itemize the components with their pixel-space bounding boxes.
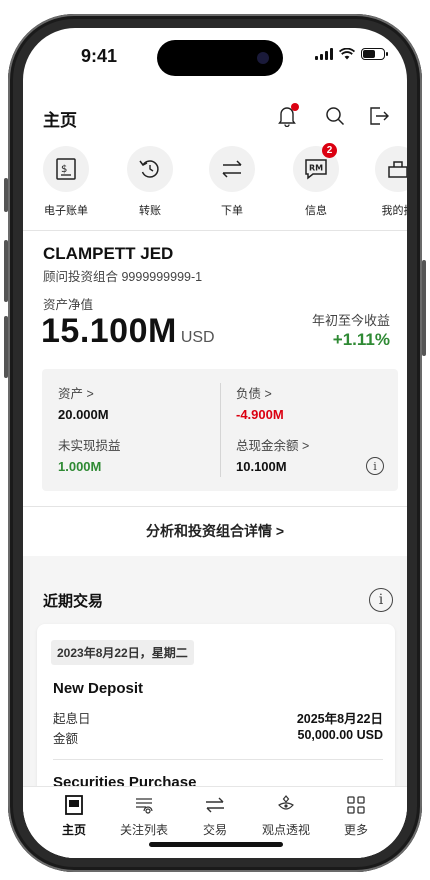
cash-balance-label: 总现金余额 > [236, 439, 310, 453]
status-icons [315, 48, 388, 60]
tab-home[interactable]: 主页 [39, 793, 109, 838]
portfolio-icon [388, 161, 407, 178]
section-divider [23, 230, 407, 231]
tab-label: 交易 [202, 823, 227, 837]
search-button[interactable] [321, 102, 349, 130]
quick-action-label: 电子账单 [44, 205, 88, 217]
value-date: 2025年8月22日 [296, 712, 383, 726]
net-value-currency: USD [180, 329, 215, 346]
message-badge: 2 [322, 143, 337, 158]
quick-actions: $ 电子账单 转账 下单 RM 2 信息 我的 [23, 143, 407, 224]
tab-label: 关注列表 [119, 823, 168, 837]
notification-bell-button[interactable] [273, 102, 301, 130]
insights-icon [278, 795, 294, 810]
home-icon [65, 795, 83, 815]
search-icon [326, 107, 345, 126]
status-time: 9:41 [81, 46, 118, 66]
order-circle [209, 146, 255, 192]
portfolio-circle [375, 146, 407, 192]
account-subtitle: 顾问投资组合 9999999999-1 [43, 270, 203, 284]
notification-dot [291, 103, 299, 111]
transfer-icon [139, 160, 159, 178]
recent-info-icon[interactable]: i [369, 588, 393, 612]
trade-icon [206, 797, 224, 813]
svg-text:$: $ [61, 164, 67, 175]
tab-more[interactable]: 更多 [321, 793, 391, 838]
card-divider [53, 759, 383, 760]
assets-cell[interactable]: 资产 > 20.000M [58, 383, 109, 422]
assets-value: 20.000M [58, 407, 109, 422]
net-value-label: 资产净值 [43, 298, 94, 312]
logout-button[interactable] [365, 102, 393, 130]
battery-icon [361, 48, 388, 60]
logout-icon [370, 107, 389, 125]
transaction-title: New Deposit [53, 680, 144, 697]
statement-circle: $ [43, 146, 89, 192]
liabilities-cell[interactable]: 负债 > -4.900M [236, 383, 284, 422]
tab-insights[interactable]: 观点透视 [251, 793, 321, 838]
amount-label: 金额 [53, 732, 79, 746]
quick-action-label: 下单 [221, 205, 243, 217]
quick-action-statement[interactable]: $ 电子账单 [31, 146, 101, 218]
page-title: 主页 [43, 111, 77, 130]
cash-balance-value: 10.100M [236, 459, 287, 474]
bottom-tab-bar: 主页 关注列表 交易 观点透视 更多 [23, 786, 407, 858]
amount-value: 50,000.00 USD [297, 728, 383, 742]
unrealized-pnl-cell: 未实现损益 1.000M [58, 435, 121, 474]
tab-label: 主页 [61, 823, 86, 837]
net-value-number: 15.100 [41, 312, 148, 350]
svg-text:RM: RM [309, 164, 323, 173]
net-value-unit: M [148, 312, 177, 350]
value-date-label: 起息日 [53, 712, 91, 726]
quick-action-portfolio[interactable]: 我的投 [363, 146, 407, 218]
tab-label: 观点透视 [261, 823, 310, 837]
dynamic-island [157, 40, 283, 76]
net-value: 15.100M USD [41, 312, 215, 351]
phone-device: 9:41 主页 $ 电子账单 转账 下单 RM 2 信息 我的 CLAMPETT… [0, 0, 430, 880]
assets-label: 资产 > [58, 387, 94, 401]
value-date-row: 起息日 2025年8月22日 [53, 708, 383, 727]
quick-action-order[interactable]: 下单 [197, 146, 267, 218]
home-indicator [149, 842, 283, 847]
quick-action-label: 我的投 [381, 205, 408, 217]
message-icon: RM [305, 159, 327, 180]
ytd-return-value: +1.11% [332, 330, 390, 349]
cash-balance-cell[interactable]: 总现金余额 > 10.100M [236, 435, 309, 474]
quick-action-messages[interactable]: RM 2 信息 [281, 143, 351, 218]
quick-action-label: 信息 [305, 205, 327, 217]
status-bar: 9:41 [23, 28, 407, 80]
tab-label: 更多 [343, 823, 368, 837]
transaction-date-chip: 2023年8月22日，星期二 [51, 640, 194, 665]
wifi-icon [339, 48, 355, 60]
portfolio-details-link[interactable]: 分析和投资组合详情 > [23, 506, 407, 556]
signal-icon [315, 48, 333, 60]
liabilities-label: 负债 > [236, 387, 272, 401]
camera-icon [257, 52, 269, 64]
quick-action-label: 转账 [139, 205, 161, 217]
balance-summary-box: 资产 > 20.000M 负债 > -4.900M 未实现损益 1.000M 总… [42, 369, 398, 491]
amount-row: 金额 50,000.00 USD [53, 728, 383, 747]
order-icon [222, 160, 242, 178]
statement-icon: $ [56, 158, 76, 180]
app-header: 主页 [23, 98, 407, 138]
recent-transactions-title: 近期交易 [43, 593, 104, 610]
more-grid-icon [347, 796, 365, 814]
ytd-return-label: 年初至今收益 [311, 313, 390, 328]
transfer-circle [127, 146, 173, 192]
summary-separator [220, 383, 221, 477]
power-button [422, 260, 426, 356]
liabilities-value: -4.900M [236, 407, 284, 422]
watchlist-icon [136, 798, 153, 814]
tab-watchlist[interactable]: 关注列表 [109, 793, 179, 838]
account-name: CLAMPETT JED [43, 244, 174, 263]
info-icon[interactable]: i [366, 457, 384, 475]
message-circle: RM 2 [293, 143, 339, 192]
app-screen: 9:41 主页 $ 电子账单 转账 下单 RM 2 信息 我的 CLAMPETT… [23, 28, 407, 858]
quick-action-transfer[interactable]: 转账 [115, 146, 185, 218]
unrealized-pnl-value: 1.000M [58, 459, 102, 474]
unrealized-pnl-label: 未实现损益 [58, 439, 121, 453]
tab-trade[interactable]: 交易 [180, 793, 250, 838]
